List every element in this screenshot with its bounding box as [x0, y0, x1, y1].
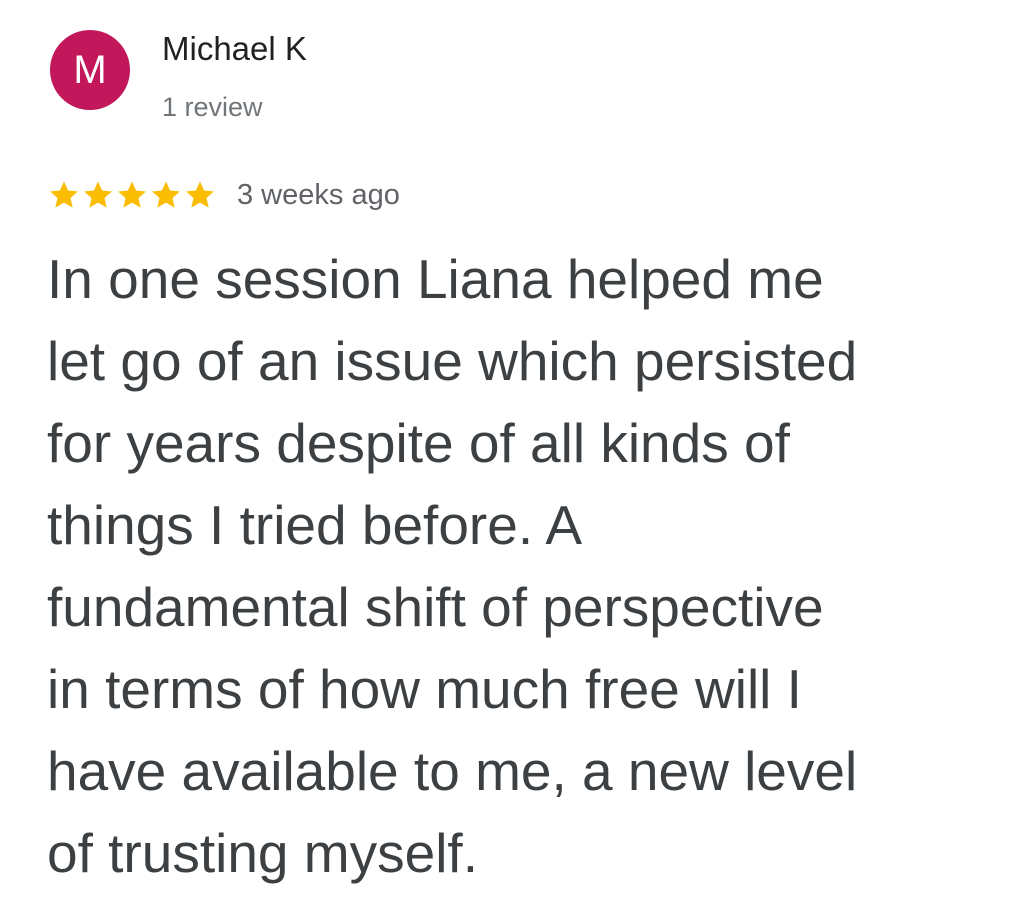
review-text-line: for years despite of all kinds of — [47, 412, 790, 474]
review-timestamp: 3 weeks ago — [237, 179, 400, 211]
author-name[interactable]: Michael K — [162, 30, 307, 68]
star-icon — [183, 178, 217, 212]
review-text-line: In one session Liana helped me — [47, 248, 824, 310]
review-header: M Michael K 1 review — [50, 30, 307, 123]
avatar-initial: M — [73, 47, 107, 92]
star-rating — [47, 178, 217, 212]
star-icon — [149, 178, 183, 212]
review-text-line: fundamental shift of perspective — [47, 576, 824, 638]
rating-row: 3 weeks ago — [47, 178, 400, 212]
review-text-line: let go of an issue which persisted — [47, 330, 858, 392]
review-text-line: in terms of how much free will I — [47, 658, 802, 720]
author-block: Michael K 1 review — [162, 30, 307, 123]
review-text-line: things I tried before. A — [47, 494, 583, 556]
review-count: 1 review — [162, 92, 263, 122]
avatar[interactable]: M — [50, 30, 130, 110]
review-card: M Michael K 1 review 3 weeks ago In one … — [0, 0, 1024, 920]
review-text-line: have available to me, a new level — [47, 740, 858, 802]
star-icon — [115, 178, 149, 212]
star-icon — [81, 178, 115, 212]
review-text: In one session Liana helped me let go of… — [47, 238, 987, 894]
review-text-line: of trusting myself. — [47, 822, 478, 884]
star-icon — [47, 178, 81, 212]
